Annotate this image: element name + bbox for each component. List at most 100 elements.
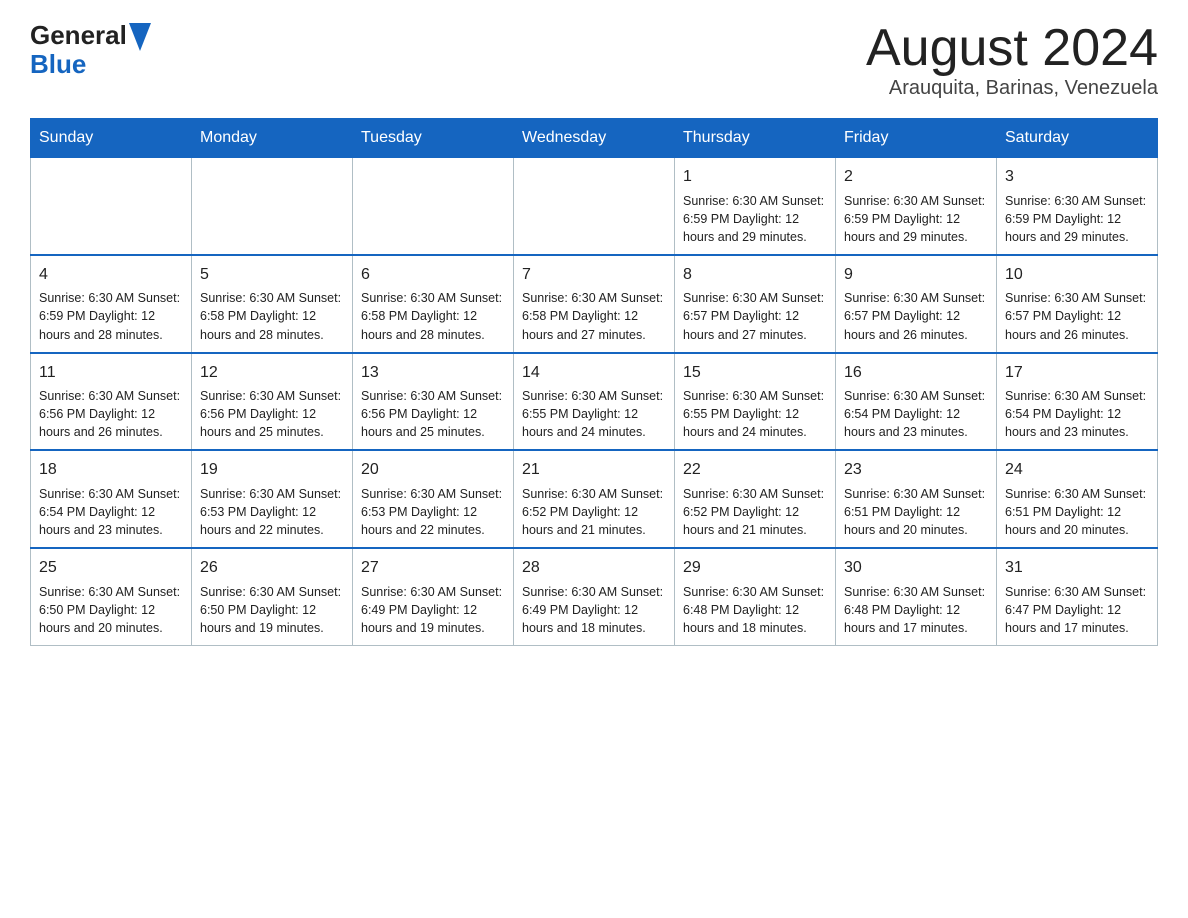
day-info: Sunrise: 6:30 AM Sunset: 6:56 PM Dayligh… (361, 387, 505, 441)
day-number: 14 (522, 362, 666, 384)
day-number: 29 (683, 557, 827, 579)
day-info: Sunrise: 6:30 AM Sunset: 6:51 PM Dayligh… (844, 485, 988, 539)
table-row: 30 Sunrise: 6:30 AM Sunset: 6:48 PM Dayli… (836, 548, 997, 645)
table-row (514, 158, 675, 255)
day-number: 12 (200, 362, 344, 384)
table-row: 8 Sunrise: 6:30 AM Sunset: 6:57 PM Daylig… (675, 255, 836, 353)
table-row: 3Sunrise: 6:30 AM Sunset: 6:59 PM Daylig… (997, 158, 1158, 255)
day-info: Sunrise: 6:30 AM Sunset: 6:47 PM Dayligh… (1005, 583, 1149, 637)
column-header-sunday: Sunday (31, 119, 192, 158)
day-info: Sunrise: 6:30 AM Sunset: 6:52 PM Dayligh… (522, 485, 666, 539)
day-number: 11 (39, 362, 183, 384)
day-info: Sunrise: 6:30 AM Sunset: 6:49 PM Dayligh… (361, 583, 505, 637)
table-row: 4 Sunrise: 6:30 AM Sunset: 6:59 PM Daylig… (31, 255, 192, 353)
table-row: 25Sunrise: 6:30 AM Sunset: 6:50 PM Dayli… (31, 548, 192, 645)
day-info: Sunrise: 6:30 AM Sunset: 6:58 PM Dayligh… (200, 289, 344, 343)
table-row: 29 Sunrise: 6:30 AM Sunset: 6:48 PM Dayli… (675, 548, 836, 645)
logo-triangle-icon (129, 23, 151, 51)
table-row: 28 Sunrise: 6:30 AM Sunset: 6:49 PM Dayli… (514, 548, 675, 645)
logo-blue-text: Blue (30, 51, 151, 77)
logo: General Blue (30, 20, 151, 77)
logo-container: General Blue (30, 20, 151, 77)
day-info: Sunrise: 6:30 AM Sunset: 6:51 PM Dayligh… (1005, 485, 1149, 539)
calendar-week-row: 4 Sunrise: 6:30 AM Sunset: 6:59 PM Daylig… (31, 255, 1158, 353)
day-info: Sunrise: 6:30 AM Sunset: 6:56 PM Dayligh… (200, 387, 344, 441)
day-number: 23 (844, 459, 988, 481)
table-row: 14 Sunrise: 6:30 AM Sunset: 6:55 PM Dayli… (514, 353, 675, 451)
table-row: 11 Sunrise: 6:30 AM Sunset: 6:56 PM Dayli… (31, 353, 192, 451)
column-header-tuesday: Tuesday (353, 119, 514, 158)
day-number: 27 (361, 557, 505, 579)
day-info: Sunrise: 6:30 AM Sunset: 6:54 PM Dayligh… (844, 387, 988, 441)
day-number: 28 (522, 557, 666, 579)
title-area: August 2024 Arauquita, Barinas, Venezuel… (866, 20, 1158, 100)
table-row: 18 Sunrise: 6:30 AM Sunset: 6:54 PM Dayli… (31, 450, 192, 548)
day-info: Sunrise: 6:30 AM Sunset: 6:59 PM Dayligh… (683, 192, 827, 246)
day-number: 4 (39, 264, 183, 286)
table-row: 5 Sunrise: 6:30 AM Sunset: 6:58 PM Daylig… (192, 255, 353, 353)
day-info: Sunrise: 6:30 AM Sunset: 6:55 PM Dayligh… (522, 387, 666, 441)
day-info: Sunrise: 6:30 AM Sunset: 6:54 PM Dayligh… (39, 485, 183, 539)
table-row: 10 Sunrise: 6:30 AM Sunset: 6:57 PM Dayli… (997, 255, 1158, 353)
day-number: 26 (200, 557, 344, 579)
column-header-thursday: Thursday (675, 119, 836, 158)
day-info: Sunrise: 6:30 AM Sunset: 6:54 PM Dayligh… (1005, 387, 1149, 441)
column-header-wednesday: Wednesday (514, 119, 675, 158)
day-info: Sunrise: 6:30 AM Sunset: 6:57 PM Dayligh… (683, 289, 827, 343)
table-row (31, 158, 192, 255)
day-info: Sunrise: 6:30 AM Sunset: 6:58 PM Dayligh… (361, 289, 505, 343)
calendar-week-row: 25Sunrise: 6:30 AM Sunset: 6:50 PM Dayli… (31, 548, 1158, 645)
day-number: 5 (200, 264, 344, 286)
day-info: Sunrise: 6:30 AM Sunset: 6:59 PM Dayligh… (39, 289, 183, 343)
day-number: 6 (361, 264, 505, 286)
table-row: 6 Sunrise: 6:30 AM Sunset: 6:58 PM Daylig… (353, 255, 514, 353)
table-row: 7Sunrise: 6:30 AM Sunset: 6:58 PM Daylig… (514, 255, 675, 353)
calendar-week-row: 11 Sunrise: 6:30 AM Sunset: 6:56 PM Dayli… (31, 353, 1158, 451)
day-number: 15 (683, 362, 827, 384)
day-info: Sunrise: 6:30 AM Sunset: 6:53 PM Dayligh… (200, 485, 344, 539)
table-row: 12 Sunrise: 6:30 AM Sunset: 6:56 PM Dayli… (192, 353, 353, 451)
day-number: 7 (522, 264, 666, 286)
column-header-monday: Monday (192, 119, 353, 158)
day-number: 22 (683, 459, 827, 481)
calendar-week-row: 1 Sunrise: 6:30 AM Sunset: 6:59 PM Daylig… (31, 158, 1158, 255)
day-info: Sunrise: 6:30 AM Sunset: 6:48 PM Dayligh… (683, 583, 827, 637)
day-number: 19 (200, 459, 344, 481)
day-number: 10 (1005, 264, 1149, 286)
day-number: 30 (844, 557, 988, 579)
table-row (353, 158, 514, 255)
day-number: 18 (39, 459, 183, 481)
day-info: Sunrise: 6:30 AM Sunset: 6:56 PM Dayligh… (39, 387, 183, 441)
day-number: 17 (1005, 362, 1149, 384)
table-row: 26Sunrise: 6:30 AM Sunset: 6:50 PM Dayli… (192, 548, 353, 645)
logo-line1: General (30, 20, 151, 51)
day-number: 16 (844, 362, 988, 384)
day-info: Sunrise: 6:30 AM Sunset: 6:49 PM Dayligh… (522, 583, 666, 637)
table-row: 2Sunrise: 6:30 AM Sunset: 6:59 PM Daylig… (836, 158, 997, 255)
table-row: 23 Sunrise: 6:30 AM Sunset: 6:51 PM Dayli… (836, 450, 997, 548)
table-row (192, 158, 353, 255)
table-row: 20Sunrise: 6:30 AM Sunset: 6:53 PM Dayli… (353, 450, 514, 548)
day-info: Sunrise: 6:30 AM Sunset: 6:50 PM Dayligh… (39, 583, 183, 637)
table-row: 27 Sunrise: 6:30 AM Sunset: 6:49 PM Dayli… (353, 548, 514, 645)
day-number: 3 (1005, 166, 1149, 188)
column-header-friday: Friday (836, 119, 997, 158)
day-number: 24 (1005, 459, 1149, 481)
table-row: 9 Sunrise: 6:30 AM Sunset: 6:57 PM Daylig… (836, 255, 997, 353)
day-number: 21 (522, 459, 666, 481)
day-info: Sunrise: 6:30 AM Sunset: 6:57 PM Dayligh… (844, 289, 988, 343)
day-number: 31 (1005, 557, 1149, 579)
day-info: Sunrise: 6:30 AM Sunset: 6:53 PM Dayligh… (361, 485, 505, 539)
day-number: 8 (683, 264, 827, 286)
day-info: Sunrise: 6:30 AM Sunset: 6:59 PM Dayligh… (844, 192, 988, 246)
table-row: 21 Sunrise: 6:30 AM Sunset: 6:52 PM Dayli… (514, 450, 675, 548)
day-number: 9 (844, 264, 988, 286)
header: General Blue August 2024 Arauquita, Bari… (30, 20, 1158, 100)
day-number: 1 (683, 166, 827, 188)
day-info: Sunrise: 6:30 AM Sunset: 6:57 PM Dayligh… (1005, 289, 1149, 343)
day-info: Sunrise: 6:30 AM Sunset: 6:48 PM Dayligh… (844, 583, 988, 637)
table-row: 22Sunrise: 6:30 AM Sunset: 6:52 PM Dayli… (675, 450, 836, 548)
month-title: August 2024 (866, 20, 1158, 77)
table-row: 13Sunrise: 6:30 AM Sunset: 6:56 PM Dayli… (353, 353, 514, 451)
logo-general-text: General (30, 20, 127, 51)
